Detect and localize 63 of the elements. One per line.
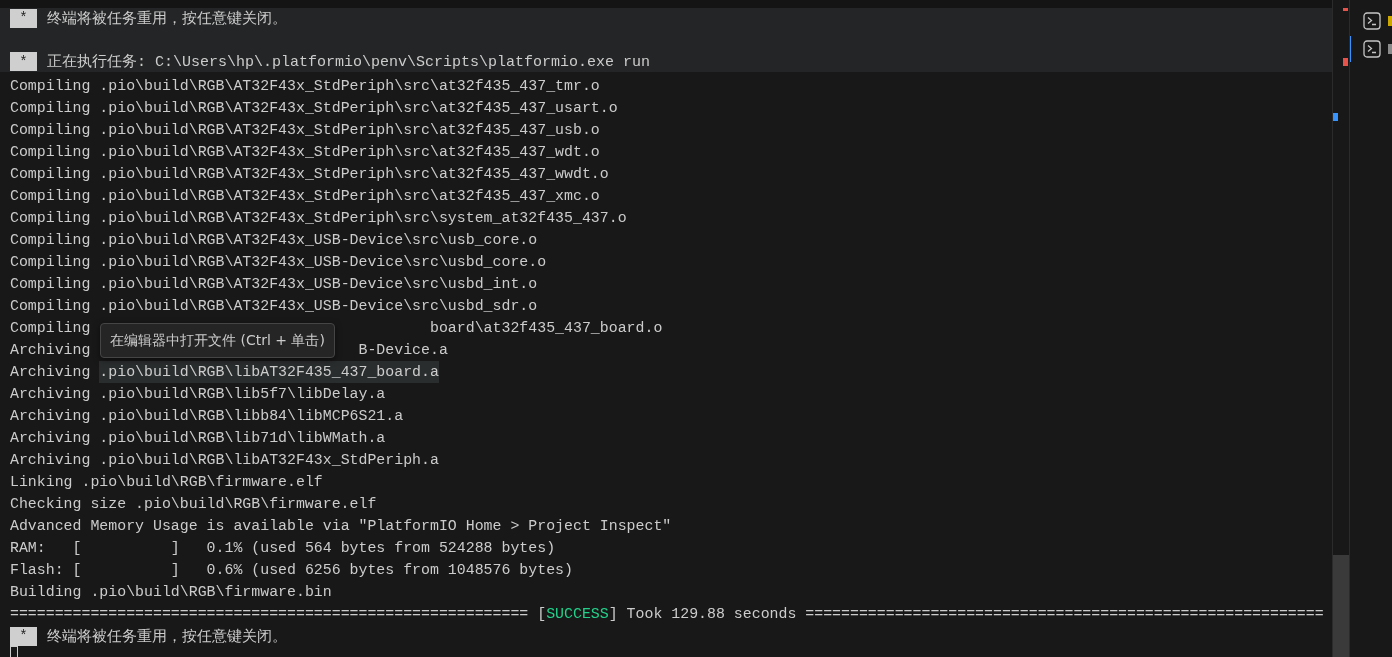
build-step-verb: Compiling (10, 143, 91, 162)
build-step-verb: Compiling (10, 253, 91, 272)
task-message: 终端将被任务重用，按任意键关闭。 (47, 627, 287, 646)
build-step-verb: Archiving (10, 451, 91, 470)
task-message: 正在执行任务: C:\Users\hp\.platformio\penv\Scripts\platformio.exe run (47, 52, 651, 72)
file-path-link[interactable]: .pio\build\RGB\libAT32F435_437_board.a (99, 361, 439, 383)
text-cursor (10, 646, 18, 657)
file-path-link[interactable]: .pio\build\RGB\libAT32F43x_StdPeriph.a (99, 449, 439, 471)
build-step-verb: Compiling (10, 99, 91, 118)
build-step-verb: Compiling (10, 187, 91, 206)
separator-line: ========================================================== [ (10, 605, 547, 624)
overview-mark (1333, 113, 1339, 121)
file-path-link[interactable]: .pio\build\RGB\AT32F43x_StdPeriph\src\at32f435_437_xmc.o (99, 185, 600, 207)
file-path-link[interactable]: .pio\build\RGB\lib71d\libWMath.a (99, 427, 386, 449)
build-step-verb: Archiving (10, 385, 91, 404)
file-path-link[interactable]: .pio\build\RGB\AT32F43x_USB-Device\src\usbd_int.o (99, 273, 538, 295)
file-path-link[interactable]: .pio\build\RGB\firmware.elf (135, 493, 377, 515)
file-path-link[interactable]: .pio\build\RGB\AT32F43x_USB-Device\src\usbd_sdr.o (99, 295, 538, 317)
task-badge: * (10, 52, 37, 72)
build-step-verb: Compiling (10, 209, 91, 228)
build-step-verb: Compiling (10, 231, 91, 250)
build-step-verb: Archiving (10, 363, 91, 382)
file-path-link[interactable]: .pio\build\RGB\AT32F43x_StdPeriph\src\system_at32f435_437.o (99, 207, 627, 229)
file-path-link[interactable]: B-Device.a (358, 339, 448, 361)
terminal-icon[interactable] (1363, 40, 1381, 58)
build-step-verb: Compiling (10, 77, 91, 96)
terminal-icon[interactable] (1363, 12, 1381, 30)
file-path-link[interactable]: .pio\build\RGB\AT32F43x_StdPeriph\src\at32f435_437_usart.o (99, 97, 618, 119)
overview-mark (1343, 58, 1348, 66)
file-path-link[interactable]: .pio\build\RGB\libb84\libMCP6S21.a (99, 405, 404, 427)
file-path-link[interactable]: .pio\build\RGB\firmware.elf (81, 471, 323, 493)
build-step-verb: Archiving (10, 429, 91, 448)
overview-mark (1343, 8, 1348, 11)
output-line: Flash: [ ] 0.6% (used 6256 bytes from 1048576 bytes) (10, 561, 573, 580)
scrollbar-thumb[interactable] (1333, 555, 1349, 657)
task-badge: * (10, 8, 37, 28)
build-step-verb: Building (10, 583, 82, 602)
tooltip: 在编辑器中打开文件 (Ctrl + 单击) (100, 323, 335, 358)
build-step-verb: Compiling (10, 275, 91, 294)
output-line: Advanced Memory Usage is available via "PlatformIO Home > Project Inspect" (10, 517, 672, 536)
file-path-link[interactable]: .pio\build\RGB\AT32F43x_StdPeriph\src\at32f435_437_wwdt.o (99, 163, 609, 185)
file-path-link[interactable]: .pio\build\RGB\AT32F43x_USB-Device\src\usbd_core.o (99, 251, 547, 273)
build-step-verb: Compiling (10, 121, 91, 140)
task-message: 终端将被任务重用，按任意键关闭。 (47, 9, 287, 28)
file-path-link[interactable]: .pio\build\RGB\AT32F43x_StdPeriph\src\at32f435_437_tmr.o (99, 75, 600, 97)
build-step-verb: Compiling (10, 165, 91, 184)
file-path-link[interactable]: .pio\build\RGB\AT32F43x_StdPeriph\src\at32f435_437_usb.o (99, 119, 600, 141)
task-badge: * (10, 626, 37, 646)
build-step-verb: Compiling (10, 297, 91, 316)
build-step-verb: Checking size (10, 495, 127, 514)
build-step-verb: Linking (10, 473, 73, 492)
focus-line (1350, 36, 1351, 62)
success-status: SUCCESS (546, 605, 609, 624)
output-line: RAM: [ ] 0.1% (used 564 bytes from 524288 bytes) (10, 539, 556, 558)
file-path-link[interactable]: .pio\build\RGB\AT32F43x_USB-Device\src\usb_core.o (99, 229, 538, 251)
file-path-link[interactable]: .pio\build\RGB\AT32F43x_StdPeriph\src\at32f435_437_wdt.o (99, 141, 600, 163)
file-path-link[interactable]: .pio\build\RGB\firmware.bin (90, 581, 332, 603)
build-step-verb: Compiling (10, 319, 91, 338)
build-step-verb: Archiving (10, 407, 91, 426)
file-path-link[interactable]: board\at32f435_437_board.o (430, 317, 663, 339)
result-summary: ] Took 129.88 seconds ========================================================== (608, 605, 1324, 624)
file-path-link[interactable]: .pio\build\RGB\lib5f7\libDelay.a (99, 383, 386, 405)
build-step-verb: Archiving (10, 341, 91, 360)
